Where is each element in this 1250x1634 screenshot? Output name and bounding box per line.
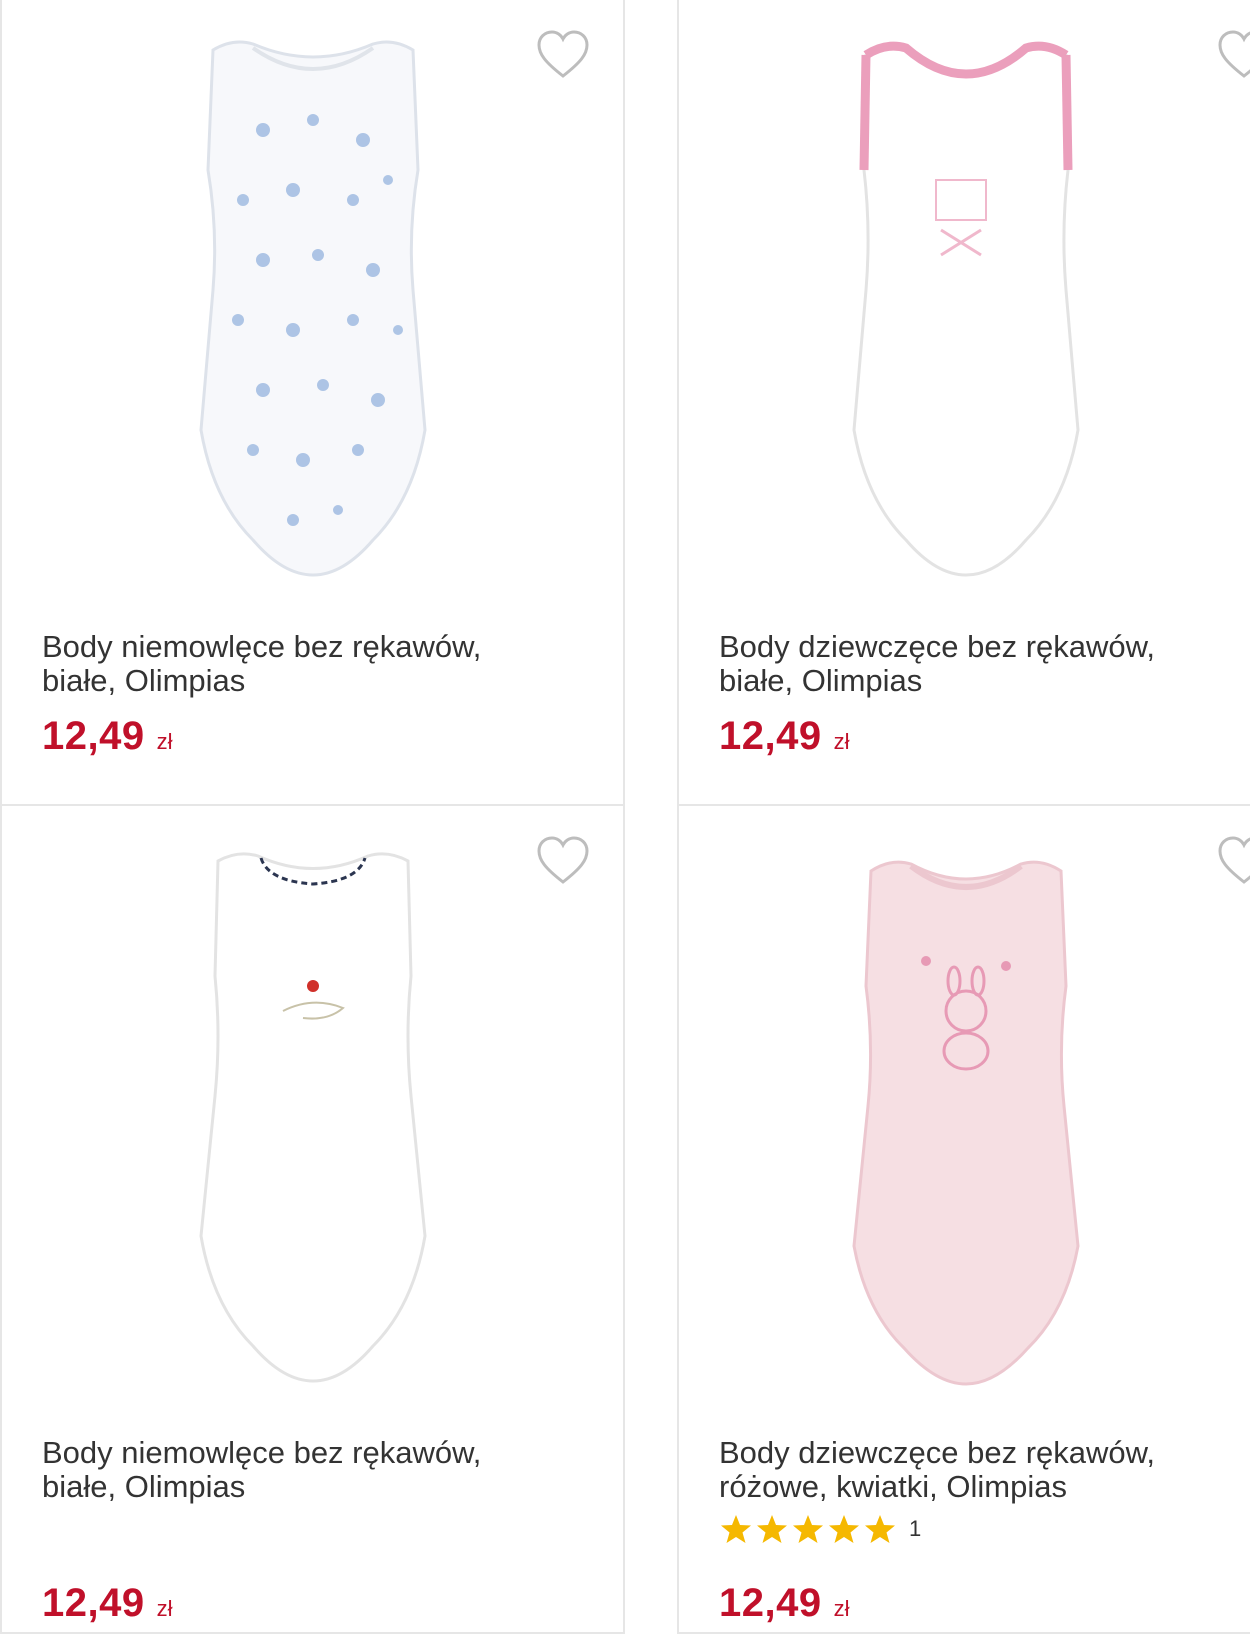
product-title[interactable]: Body dziewczęce bez rękawów, białe, Olim…: [719, 630, 1239, 698]
rating-stars[interactable]: 1: [719, 1513, 921, 1545]
star-icon: [719, 1513, 753, 1545]
product-title[interactable]: Body niemowlęce bez rękawów, białe, Olim…: [42, 1436, 562, 1504]
product-image[interactable]: [2, 831, 623, 1401]
product-title[interactable]: Body niemowlęce bez rękawów, białe, Olim…: [42, 630, 562, 698]
product-price: 12,49 zł: [719, 714, 850, 758]
product-card[interactable]: Body dziewczęce bez rękawów, białe, Olim…: [677, 0, 1250, 807]
star-icon: [791, 1513, 825, 1545]
rating-count: 1: [909, 1516, 922, 1541]
product-title[interactable]: Body dziewczęce bez rękawów, różowe, kwi…: [719, 1436, 1239, 1504]
product-card[interactable]: Body niemowlęce bez rękawów, białe, Olim…: [0, 804, 625, 1634]
product-price: 12,49 zł: [719, 1581, 850, 1625]
product-price: 12,49 zł: [42, 714, 173, 758]
product-image[interactable]: [679, 25, 1250, 595]
star-icon: [755, 1513, 789, 1545]
product-card[interactable]: Body dziewczęce bez rękawów, różowe, kwi…: [677, 804, 1250, 1634]
star-icon: [863, 1513, 897, 1545]
product-image[interactable]: [2, 25, 623, 595]
star-icon: [827, 1513, 861, 1545]
product-grid: Body niemowlęce bez rękawów, białe, Olim…: [0, 0, 1250, 1634]
product-card[interactable]: Body niemowlęce bez rękawów, białe, Olim…: [0, 0, 625, 807]
product-price: 12,49 zł: [42, 1581, 173, 1625]
product-image[interactable]: [679, 831, 1250, 1401]
